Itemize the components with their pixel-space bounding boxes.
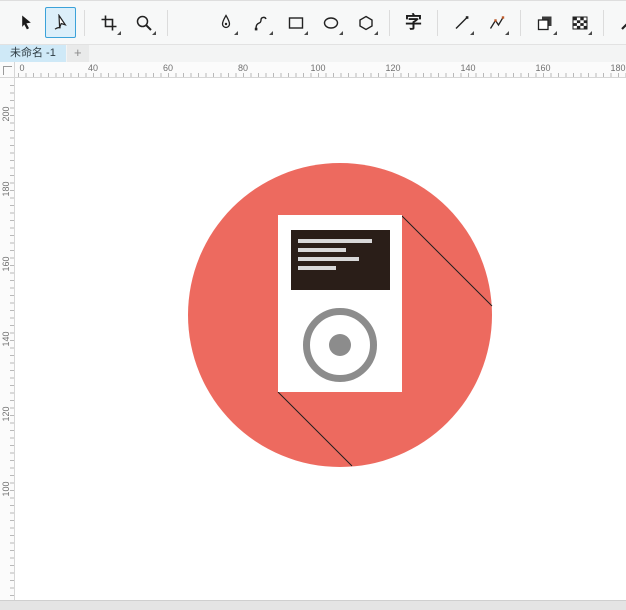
bezier-tool-button[interactable]: [245, 7, 276, 38]
ruler-label: 200: [1, 99, 11, 129]
pick-arrow-icon: [17, 14, 35, 32]
ruler-label: 120: [385, 63, 400, 73]
toolbar-separator: [84, 10, 85, 36]
ruler-label: 160: [1, 249, 11, 279]
ruler-label: 140: [1, 324, 11, 354]
flyout-arrow-icon: [304, 31, 308, 35]
new-document-tab-button[interactable]: +: [67, 45, 89, 62]
app-window: 字: [0, 0, 626, 610]
ruler-row: 0 40 60 80 100 120 140 160 180: [0, 62, 626, 78]
flyout-arrow-icon: [117, 31, 121, 35]
flyout-arrow-icon: [152, 31, 156, 35]
ruler-label: 140: [460, 63, 475, 73]
ruler-label: 100: [310, 63, 325, 73]
text-tool-icon: 字: [405, 14, 422, 31]
shape-tool-button[interactable]: [45, 7, 76, 38]
horizontal-ruler[interactable]: 0 40 60 80 100 120 140 160 180: [15, 62, 626, 77]
toolbar-separator: [520, 10, 521, 36]
horizontal-scrollbar[interactable]: [0, 600, 626, 610]
flyout-arrow-icon: [470, 31, 474, 35]
ellipse-tool-button[interactable]: [315, 7, 346, 38]
pen-nib-icon: [217, 14, 235, 32]
transparency-tool-button[interactable]: [564, 7, 595, 38]
rectangle-icon: [287, 14, 305, 32]
drawing-canvas[interactable]: [15, 78, 626, 600]
flyout-arrow-icon: [374, 31, 378, 35]
vertical-ruler[interactable]: 200 180 160 140 120 100: [0, 78, 15, 600]
pick-tool-button[interactable]: [10, 7, 41, 38]
zoom-tool-button[interactable]: [128, 7, 159, 38]
ellipse-icon: [322, 14, 340, 32]
shape-edit-icon: [52, 14, 70, 32]
polyline-icon: [488, 14, 506, 32]
ruler-label: 180: [1, 174, 11, 204]
flyout-arrow-icon: [588, 31, 592, 35]
ruler-label: 160: [535, 63, 550, 73]
crop-icon: [100, 14, 118, 32]
ruler-origin-corner[interactable]: [0, 62, 15, 77]
straight-line-icon: [453, 14, 471, 32]
checkerboard-icon: [571, 14, 589, 32]
workspace: 200 180 160 140 120 100: [0, 78, 626, 600]
ruler-label: 80: [238, 63, 248, 73]
magnifier-icon: [135, 14, 153, 32]
line-tool-button[interactable]: [446, 7, 477, 38]
main-toolbox: 字: [0, 0, 626, 45]
drop-shadow-tool-button[interactable]: [529, 7, 560, 38]
polygon-icon: [357, 14, 375, 32]
ruler-label: 120: [1, 399, 11, 429]
polygon-tool-button[interactable]: [350, 7, 381, 38]
document-tab-label: 未命名 -1: [10, 47, 56, 59]
ruler-label: 60: [163, 63, 173, 73]
drop-shadow-icon: [536, 14, 554, 32]
wheel-center-dot-shape[interactable]: [329, 334, 351, 356]
ruler-label: 180: [610, 63, 625, 73]
toolbar-separator: [389, 10, 390, 36]
flyout-arrow-icon: [339, 31, 343, 35]
toolbar-separator: [437, 10, 438, 36]
flyout-arrow-icon: [269, 31, 273, 35]
ruler-label: 100: [1, 474, 11, 504]
curve-icon: [252, 14, 270, 32]
toolbar-separator: [167, 10, 168, 36]
ruler-label: 0: [19, 63, 24, 73]
eyedropper-icon: [619, 14, 626, 32]
eyedropper-tool-button[interactable]: [612, 7, 626, 38]
document-tab[interactable]: 未命名 -1: [0, 45, 66, 62]
toolbar-separator: [603, 10, 604, 36]
pen-tool-button[interactable]: [210, 7, 241, 38]
polyline-tool-button[interactable]: [481, 7, 512, 38]
flyout-arrow-icon: [553, 31, 557, 35]
rectangle-tool-button[interactable]: [280, 7, 311, 38]
artwork: [15, 78, 626, 600]
flyout-arrow-icon: [234, 31, 238, 35]
flyout-arrow-icon: [505, 31, 509, 35]
ruler-label: 40: [88, 63, 98, 73]
text-tool-button[interactable]: 字: [398, 7, 429, 38]
document-tab-bar: 未命名 -1 +: [0, 45, 626, 62]
crop-tool-button[interactable]: [93, 7, 124, 38]
